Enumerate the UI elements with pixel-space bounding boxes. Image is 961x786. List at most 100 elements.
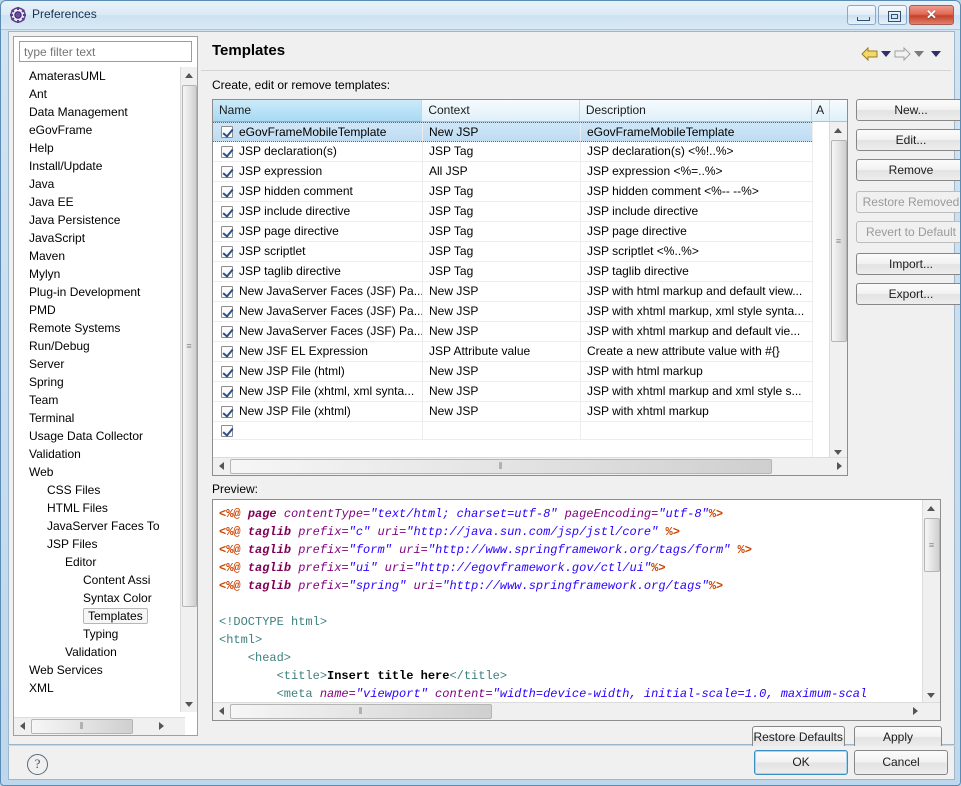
forward-history-chevron-down-icon[interactable] <box>914 51 924 57</box>
tree-horizontal-scrollbar[interactable]: ⦀ <box>14 717 185 735</box>
ok-button[interactable]: OK <box>754 750 848 775</box>
row-checkbox[interactable] <box>221 166 233 178</box>
tree-item-javaserver-faces-to[interactable]: JavaServer Faces To <box>19 517 192 535</box>
table-row[interactable]: JSP hidden commentJSP TagJSP hidden comm… <box>213 182 814 202</box>
row-checkbox[interactable] <box>221 386 233 398</box>
filter-input[interactable] <box>19 41 192 62</box>
table-body[interactable]: eGovFrameMobileTemplateNew JSPeGovFrameM… <box>213 122 814 460</box>
preview-scroll-down-button[interactable] <box>923 687 939 703</box>
tree-item-team[interactable]: Team <box>19 391 192 409</box>
import-button[interactable]: Import... <box>856 253 961 275</box>
tree-item-java[interactable]: Java <box>19 175 192 193</box>
tree-item-amaterasuml[interactable]: AmaterasUML <box>19 67 192 85</box>
row-checkbox[interactable] <box>221 366 233 378</box>
tree-item-terminal[interactable]: Terminal <box>19 409 192 427</box>
tree-item-typing[interactable]: Typing <box>19 625 192 643</box>
cancel-button[interactable]: Cancel <box>854 750 948 775</box>
table-vertical-scrollbar[interactable]: ≡ <box>829 122 847 460</box>
minimize-button[interactable] <box>847 5 876 25</box>
export-button[interactable]: Export... <box>856 283 961 305</box>
table-row[interactable]: New JSP File (xhtml, xml synta...New JSP… <box>213 382 814 402</box>
table-scroll-thumb[interactable]: ≡ <box>831 140 847 342</box>
tree-scroll-down-button[interactable] <box>181 696 197 712</box>
row-checkbox[interactable] <box>221 306 233 318</box>
table-scroll-up-button[interactable] <box>830 122 846 138</box>
tree-item-web-services[interactable]: Web Services <box>19 661 192 679</box>
maximize-button[interactable] <box>878 5 907 25</box>
tree-item-editor[interactable]: Editor <box>19 553 192 571</box>
tree-item-run-debug[interactable]: Run/Debug <box>19 337 192 355</box>
row-checkbox[interactable] <box>221 206 233 218</box>
column-header-context[interactable]: Context <box>422 100 580 122</box>
tree-item-plug-in-development[interactable]: Plug-in Development <box>19 283 192 301</box>
tree-item-egovframe[interactable]: eGovFrame <box>19 121 192 139</box>
row-checkbox[interactable] <box>221 346 233 358</box>
preview-hscroll-thumb[interactable]: ⦀ <box>230 704 492 719</box>
column-header-name[interactable]: Name <box>213 100 422 122</box>
table-scroll-left-button[interactable] <box>213 458 229 474</box>
table-row[interactable]: JSP include directiveJSP TagJSP include … <box>213 202 814 222</box>
help-question-icon[interactable]: ? <box>27 754 48 775</box>
tree-scroll-left-button[interactable] <box>14 718 30 734</box>
tree-item-jsp-files[interactable]: JSP Files <box>19 535 192 553</box>
tree-vertical-scrollbar[interactable]: ≡ <box>180 67 197 712</box>
preview-vertical-scrollbar[interactable]: ≡ <box>922 500 940 703</box>
table-row[interactable]: JSP page directiveJSP TagJSP page direct… <box>213 222 814 242</box>
tree-item-html-files[interactable]: HTML Files <box>19 499 192 517</box>
new-button[interactable]: New... <box>856 99 961 121</box>
tree-item-maven[interactable]: Maven <box>19 247 192 265</box>
table-hscroll-thumb[interactable]: ⦀ <box>230 459 772 474</box>
row-checkbox[interactable] <box>221 286 233 298</box>
row-checkbox[interactable] <box>221 266 233 278</box>
tree-item-validation[interactable]: Validation <box>19 643 192 661</box>
remove-button[interactable]: Remove <box>856 159 961 181</box>
preview-scroll-left-button[interactable] <box>213 703 229 719</box>
tree-item-ant[interactable]: Ant <box>19 85 192 103</box>
tree-item-content-assi[interactable]: Content Assi <box>19 571 192 589</box>
tree-item-usage-data-collector[interactable]: Usage Data Collector <box>19 427 192 445</box>
back-history-chevron-down-icon[interactable] <box>881 51 891 57</box>
tree-item-javascript[interactable]: JavaScript <box>19 229 192 247</box>
view-menu-icon[interactable] <box>931 51 941 57</box>
preview-horizontal-scrollbar[interactable]: ⦀ <box>213 702 940 720</box>
forward-arrow-icon[interactable] <box>894 47 911 61</box>
tree-item-templates[interactable]: Templates <box>19 607 192 625</box>
row-checkbox[interactable] <box>221 406 233 418</box>
tree-hscroll-thumb[interactable]: ⦀ <box>31 719 133 734</box>
table-scroll-right-button[interactable] <box>831 458 847 474</box>
tree-item-java-ee[interactable]: Java EE <box>19 193 192 211</box>
restore-defaults-button[interactable]: Restore Defaults <box>752 726 845 748</box>
table-row[interactable]: JSP scriptletJSP TagJSP scriptlet <%..%> <box>213 242 814 262</box>
column-header-description[interactable]: Description <box>580 100 812 122</box>
preferences-tree[interactable]: AmaterasUMLAntData ManagementeGovFrameHe… <box>19 67 192 712</box>
tree-item-web[interactable]: Web <box>19 463 192 481</box>
tree-scroll-up-button[interactable] <box>181 67 197 83</box>
tree-item-data-management[interactable]: Data Management <box>19 103 192 121</box>
table-row[interactable]: JSP declaration(s)JSP TagJSP declaration… <box>213 142 814 162</box>
edit-button[interactable]: Edit... <box>856 129 961 151</box>
table-row[interactable]: New JavaServer Faces (JSF) Pa...New JSPJ… <box>213 322 814 342</box>
table-row[interactable]: New JavaServer Faces (JSF) Pa...New JSPJ… <box>213 282 814 302</box>
tree-item-validation[interactable]: Validation <box>19 445 192 463</box>
column-header-auto-insert[interactable]: A <box>812 100 830 122</box>
row-checkbox[interactable] <box>221 425 233 437</box>
table-row[interactable]: New JSF EL ExpressionJSP Attribute value… <box>213 342 814 362</box>
tree-item-install-update[interactable]: Install/Update <box>19 157 192 175</box>
row-checkbox[interactable] <box>221 146 233 158</box>
close-button[interactable]: ✕ <box>909 5 954 25</box>
table-row[interactable]: eGovFrameMobileTemplateNew JSPeGovFrameM… <box>213 122 814 142</box>
tree-item-help[interactable]: Help <box>19 139 192 157</box>
row-checkbox[interactable] <box>221 186 233 198</box>
table-row[interactable]: New JavaServer Faces (JSF) Pa...New JSPJ… <box>213 302 814 322</box>
back-arrow-icon[interactable] <box>861 47 878 61</box>
tree-item-server[interactable]: Server <box>19 355 192 373</box>
preview-scroll-right-button[interactable] <box>907 703 923 719</box>
tree-scroll-right-button[interactable] <box>153 718 169 734</box>
preview-scroll-thumb[interactable]: ≡ <box>924 518 940 572</box>
tree-item-pmd[interactable]: PMD <box>19 301 192 319</box>
tree-scroll-thumb[interactable]: ≡ <box>182 85 197 607</box>
tree-item-remote-systems[interactable]: Remote Systems <box>19 319 192 337</box>
row-checkbox[interactable] <box>221 126 233 138</box>
row-checkbox[interactable] <box>221 246 233 258</box>
tree-item-java-persistence[interactable]: Java Persistence <box>19 211 192 229</box>
